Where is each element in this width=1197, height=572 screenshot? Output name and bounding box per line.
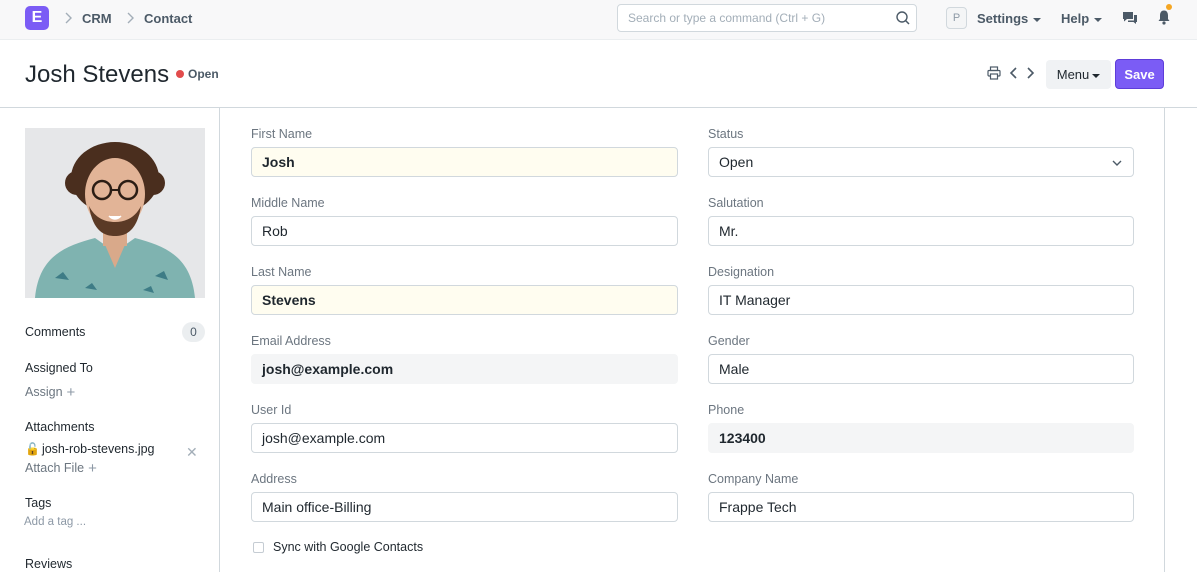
- attachment-name: josh-rob-stevens.jpg: [41, 442, 155, 456]
- chat-icon[interactable]: [1122, 10, 1138, 26]
- first-name-label: First Name: [251, 127, 313, 141]
- sync-google-contacts-label: Sync with Google Contacts: [273, 540, 424, 554]
- salutation-label: Salutation: [708, 196, 764, 210]
- settings-dropdown[interactable]: Settings: [977, 11, 1042, 26]
- awesomebar: [617, 4, 917, 32]
- breadcrumb-contact[interactable]: Contact: [144, 11, 192, 26]
- status-badge: Open: [188, 67, 219, 81]
- reviews-label: Reviews: [25, 557, 73, 571]
- chevron-left-icon[interactable]: [1007, 66, 1021, 80]
- plus-icon: +: [66, 384, 76, 401]
- add-tag-input[interactable]: Add a tag ...: [24, 516, 86, 528]
- caret-down-icon: [1092, 73, 1101, 78]
- plus-icon: +: [88, 460, 97, 477]
- assign-label: Assign: [25, 385, 63, 399]
- user-id-label: User Id: [251, 403, 292, 417]
- salutation-field[interactable]: Mr.: [708, 216, 1134, 246]
- chevron-right-icon: [125, 11, 135, 28]
- designation-label: Designation: [708, 265, 775, 279]
- page-title: Josh Stevens: [25, 61, 170, 88]
- form-right-border: [1164, 108, 1165, 572]
- address-label: Address: [251, 472, 297, 486]
- attachment-link[interactable]: 🔓 josh-rob-stevens.jpg: [25, 442, 155, 456]
- status-select[interactable]: Open: [708, 147, 1134, 177]
- app-logo[interactable]: E: [25, 6, 49, 30]
- remove-attachment-icon[interactable]: ✕: [186, 444, 198, 461]
- middle-name-label: Middle Name: [251, 196, 325, 210]
- help-dropdown[interactable]: Help: [1061, 11, 1103, 26]
- form-sidebar: Comments 0 Assigned To Assign + Attachmen…: [0, 108, 220, 572]
- user-id-field[interactable]: josh@example.com: [251, 423, 678, 453]
- status-label: Status: [708, 127, 744, 141]
- status-select-value: Open: [719, 154, 754, 170]
- breadcrumb-crm[interactable]: CRM: [82, 11, 112, 26]
- settings-label: Settings: [977, 11, 1029, 26]
- menu-button[interactable]: Menu: [1046, 60, 1111, 89]
- middle-name-field[interactable]: Rob: [251, 216, 678, 246]
- unlock-icon: 🔓: [25, 442, 40, 456]
- caret-down-icon: [1033, 17, 1042, 22]
- print-icon[interactable]: [987, 66, 1001, 80]
- contact-photo[interactable]: [25, 128, 205, 298]
- chevron-down-icon: [1112, 160, 1122, 166]
- save-button[interactable]: Save: [1115, 59, 1164, 89]
- email-address-label: Email Address: [251, 334, 331, 348]
- sync-google-contacts-checkbox[interactable]: [253, 542, 264, 553]
- email-address-value: josh@example.com: [251, 354, 678, 384]
- notification-dot: [1166, 4, 1172, 10]
- help-label: Help: [1061, 11, 1090, 26]
- comments-count-badge: 0: [182, 322, 205, 342]
- chevron-right-icon: [63, 11, 73, 28]
- address-field[interactable]: Main office-Billing: [251, 492, 678, 522]
- gender-label: Gender: [708, 334, 750, 348]
- company-name-label: Company Name: [708, 472, 799, 486]
- chevron-right-icon[interactable]: [1023, 66, 1037, 80]
- top-navbar: E CRM Contact P Settings Help: [0, 0, 1197, 40]
- search-icon[interactable]: [895, 10, 911, 26]
- phone-label: Phone: [708, 403, 745, 417]
- phone-value: 123400: [708, 423, 1134, 453]
- assign-link[interactable]: Assign +: [25, 384, 75, 401]
- designation-field[interactable]: IT Manager: [708, 285, 1134, 315]
- page-head: Josh Stevens Open Menu Save: [0, 40, 1197, 108]
- first-name-field[interactable]: Josh: [251, 147, 678, 177]
- gender-field[interactable]: Male: [708, 354, 1134, 384]
- company-name-field[interactable]: Frappe Tech: [708, 492, 1134, 522]
- comments-label: Comments: [25, 325, 86, 339]
- search-input[interactable]: [618, 5, 878, 31]
- caret-down-icon: [1094, 17, 1103, 22]
- attach-file-label: Attach File: [25, 461, 85, 475]
- assigned-to-label: Assigned To: [25, 361, 93, 375]
- attach-file-link[interactable]: Attach File +: [25, 460, 97, 477]
- tags-label: Tags: [25, 496, 52, 510]
- last-name-label: Last Name: [251, 265, 312, 279]
- user-avatar[interactable]: P: [946, 7, 967, 29]
- status-indicator-dot: [176, 70, 184, 78]
- attachments-label: Attachments: [25, 420, 95, 434]
- last-name-field[interactable]: Stevens: [251, 285, 678, 315]
- menu-label: Menu: [1056, 67, 1090, 82]
- notification-bell-icon[interactable]: [1156, 9, 1172, 25]
